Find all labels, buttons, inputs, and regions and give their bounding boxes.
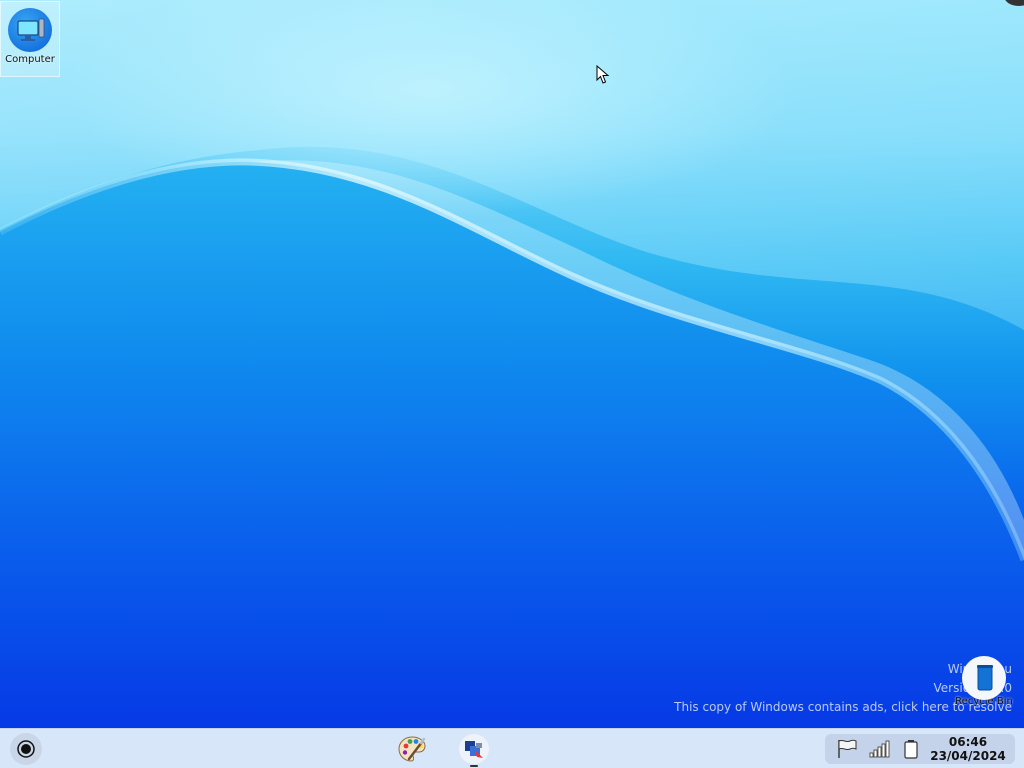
clock-date: 23/04/2024 xyxy=(930,749,1006,763)
explorer-icon xyxy=(465,741,483,758)
desktop-icon-recycle-bin[interactable]: Recycle Bin xyxy=(952,656,1016,707)
recycle-bin-icon xyxy=(962,656,1006,700)
start-button[interactable] xyxy=(10,733,42,765)
clock-time: 06:46 xyxy=(948,735,988,749)
desktop-icon-computer[interactable]: Computer xyxy=(0,1,60,77)
active-app-indicator xyxy=(470,765,478,767)
desktop-icon-label: Computer xyxy=(5,54,55,65)
paint-palette-icon xyxy=(398,736,426,762)
taskbar: 06:46 23/04/2024 xyxy=(0,728,1024,768)
taskbar-app-explorer[interactable] xyxy=(457,732,491,767)
computer-monitor-icon xyxy=(8,8,52,52)
system-tray: 06:46 23/04/2024 xyxy=(825,734,1015,764)
desktop[interactable]: Computer Win7 Simu Version 3.9.0 This co… xyxy=(0,0,1024,728)
wallpaper-wave xyxy=(0,0,1024,728)
start-orb-icon xyxy=(17,740,35,758)
signal-bars-icon[interactable] xyxy=(868,738,892,760)
clock[interactable]: 06:46 23/04/2024 xyxy=(925,735,1011,763)
taskbar-app-paint[interactable] xyxy=(395,732,429,766)
battery-icon[interactable] xyxy=(899,738,923,760)
action-center-flag-icon[interactable] xyxy=(835,738,859,760)
mouse-cursor-icon xyxy=(596,64,610,89)
